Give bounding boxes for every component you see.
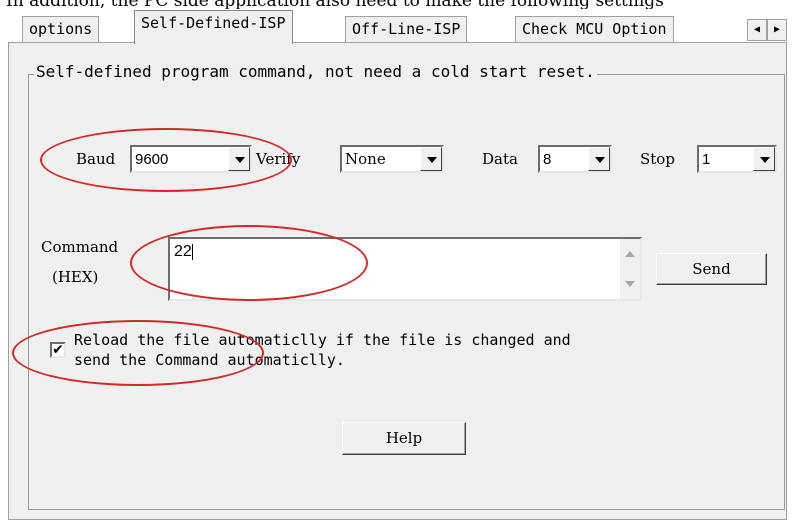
- reload-checkbox[interactable]: ✔: [50, 342, 66, 358]
- verify-label: Verify: [256, 150, 301, 168]
- chevron-down-icon[interactable]: [753, 147, 775, 171]
- reload-label-line2: send the Command automaticlly.: [74, 351, 345, 369]
- tab-options[interactable]: options: [22, 16, 100, 42]
- help-button[interactable]: Help: [342, 422, 466, 455]
- command-hex-label: (HEX): [52, 268, 99, 286]
- scroll-down-icon[interactable]: [625, 281, 635, 287]
- tab-self-defined-isp[interactable]: Self-Defined-ISP: [134, 10, 293, 44]
- verify-value: None: [345, 150, 386, 168]
- command-input[interactable]: 22: [168, 237, 642, 301]
- text-caret: [191, 243, 193, 260]
- command-scrollbar[interactable]: [620, 239, 640, 299]
- reload-label-line1: Reload the file automaticlly if the file…: [74, 331, 571, 349]
- send-button[interactable]: Send: [656, 253, 767, 285]
- data-bits-select[interactable]: 8: [538, 145, 612, 173]
- stop-select[interactable]: 1: [697, 145, 777, 173]
- command-value: 22: [174, 243, 192, 260]
- baud-select[interactable]: 9600: [130, 145, 252, 173]
- data-bits-value: 8: [543, 151, 552, 168]
- tab-off-line-isp[interactable]: Off-Line-ISP: [345, 16, 468, 42]
- tab-check-mcu-option[interactable]: Check MCU Option: [515, 16, 674, 42]
- baud-label: Baud: [76, 150, 116, 168]
- group-legend: Self-defined program command, not need a…: [34, 62, 597, 81]
- chevron-down-icon[interactable]: [228, 147, 250, 171]
- stop-label: Stop: [640, 150, 675, 168]
- verify-select[interactable]: None: [340, 145, 444, 173]
- reload-checkbox-label: Reload the file automaticlly if the file…: [74, 330, 571, 370]
- chevron-down-icon[interactable]: [588, 147, 610, 171]
- scroll-up-icon[interactable]: [625, 251, 635, 257]
- command-label: Command: [41, 238, 119, 256]
- stop-value: 1: [702, 151, 711, 168]
- baud-value: 9600: [135, 151, 169, 168]
- tab-bar: options Self-Defined-ISP Off-Line-ISP Ch…: [0, 8, 795, 44]
- chevron-down-icon[interactable]: [420, 147, 442, 171]
- tab-scroll-right-icon[interactable]: ▶: [767, 19, 787, 41]
- data-bits-label: Data: [482, 150, 518, 168]
- tab-scroll-left-icon[interactable]: ◀: [747, 19, 767, 41]
